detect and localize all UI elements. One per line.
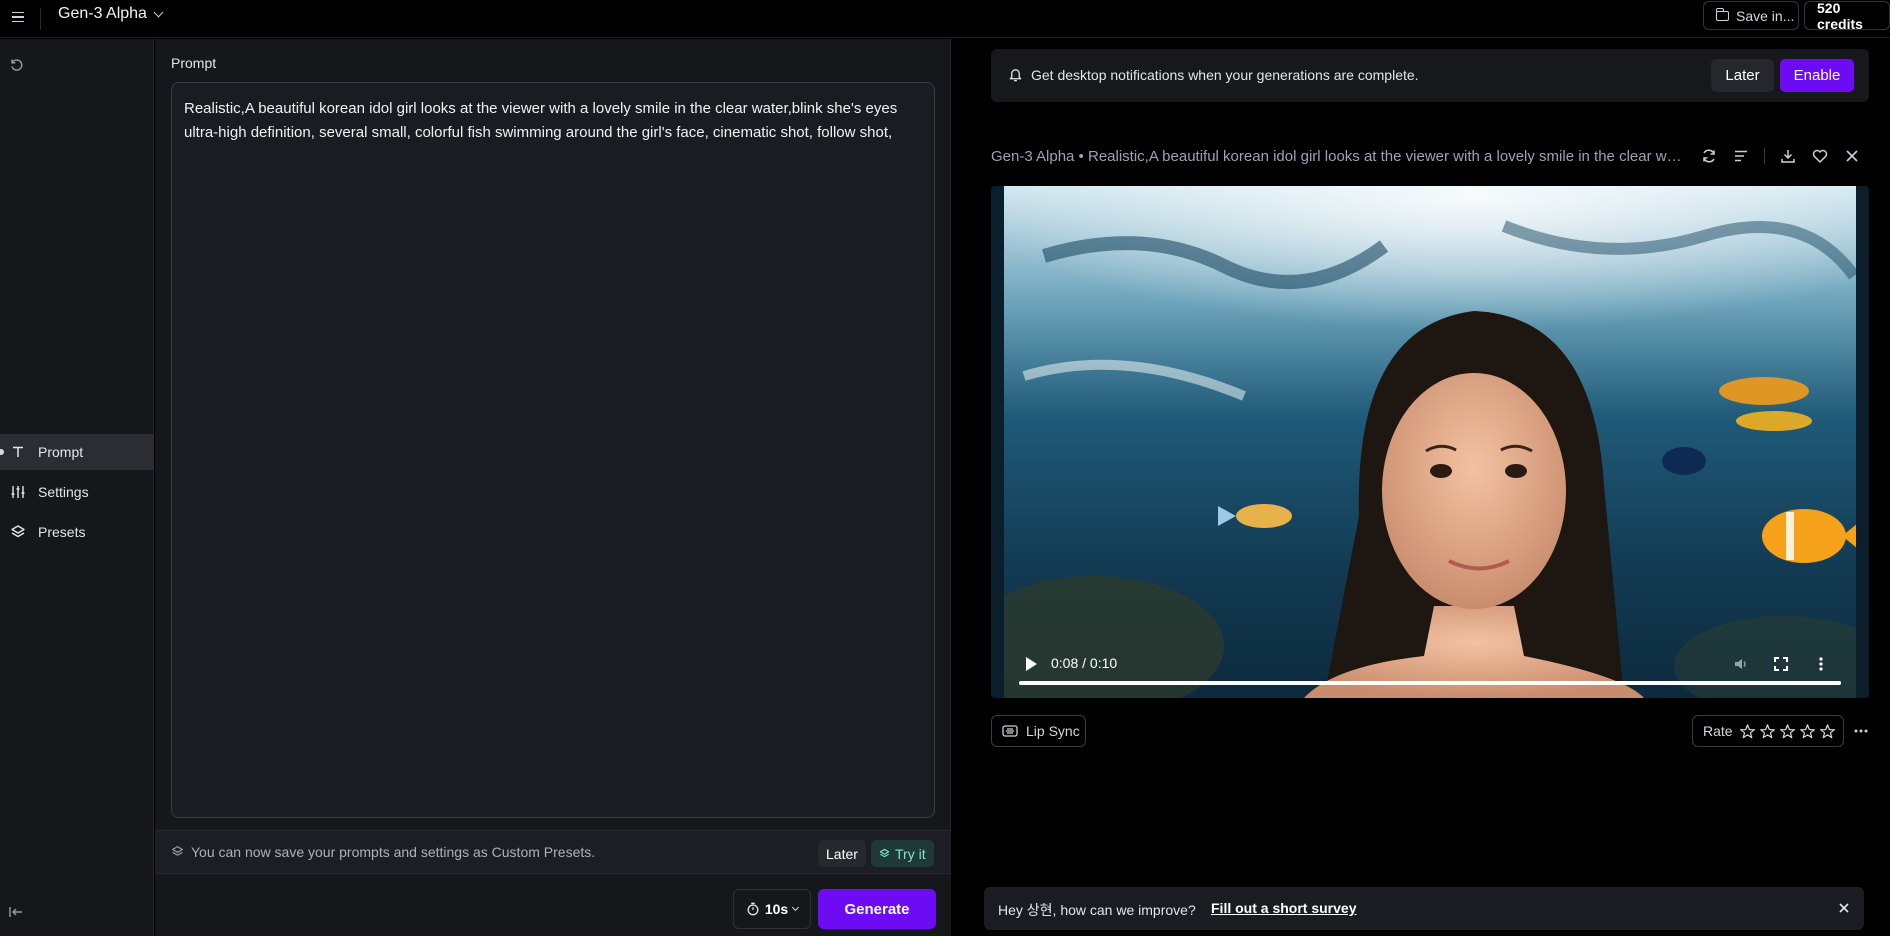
model-selector[interactable]: Gen-3 Alpha <box>58 5 164 23</box>
video-time: 0:08 / 0:10 <box>1051 655 1118 671</box>
timer-icon <box>747 902 759 916</box>
save-in-label: Save in... <box>1736 7 1795 24</box>
prompt-textarea[interactable]: Realistic,A beautiful korean idol girl l… <box>171 82 935 818</box>
video-player[interactable]: 0:08 / 0:10 <box>991 186 1869 698</box>
volume-icon[interactable] <box>1732 655 1750 673</box>
chevron-down-icon <box>792 903 800 912</box>
lip-sync-button[interactable]: Lip Sync <box>991 715 1086 747</box>
video-progress-fill <box>1019 681 1841 685</box>
sidebar-item-label: Settings <box>38 484 89 500</box>
reset-icon[interactable] <box>9 57 25 73</box>
survey-link[interactable]: Fill out a short survey <box>1211 900 1356 916</box>
bell-icon <box>1009 69 1022 82</box>
star-icon[interactable] <box>1779 723 1796 740</box>
generation-actions <box>1700 147 1861 165</box>
fullscreen-icon[interactable] <box>1772 655 1790 673</box>
close-icon[interactable] <box>1837 901 1851 915</box>
star-icon[interactable] <box>1739 723 1756 740</box>
sidebar-item-prompt[interactable]: Prompt <box>0 434 154 470</box>
lip-sync-label: Lip Sync <box>1026 723 1080 739</box>
custom-presets-banner: You can now save your prompts and settin… <box>155 830 951 874</box>
sidebar-item-presets[interactable]: Presets <box>0 514 154 550</box>
layers-icon <box>879 848 890 858</box>
credits-label: 520 credits <box>1817 0 1863 32</box>
lip-sync-icon <box>1002 725 1018 737</box>
align-left-icon[interactable] <box>1732 147 1750 165</box>
top-bar: Gen-3 Alpha Save in... 520 credits <box>0 0 1890 38</box>
credits-button[interactable]: 520 credits <box>1804 0 1890 32</box>
divider <box>1764 148 1765 164</box>
notifications-later-button[interactable]: Later <box>1711 59 1774 92</box>
download-icon[interactable] <box>1779 147 1797 165</box>
chevron-down-icon <box>153 7 164 17</box>
sidebar-item-settings[interactable]: Settings <box>0 474 154 510</box>
layers-icon <box>11 525 25 538</box>
divider <box>40 8 41 30</box>
duration-selector[interactable]: 10s <box>733 889 811 929</box>
notifications-text: Get desktop notifications when your gene… <box>1031 67 1419 83</box>
sliders-icon <box>11 486 25 498</box>
text-icon <box>13 446 23 457</box>
side-nav: Prompt Settings Presets <box>0 434 154 554</box>
presets-banner-text: You can now save your prompts and settin… <box>191 844 596 860</box>
hamburger-menu-icon[interactable] <box>8 7 28 27</box>
generation-title: Gen-3 Alpha • Realistic,A beautiful kore… <box>991 148 1686 165</box>
more-horizontal-icon[interactable] <box>1852 722 1870 740</box>
close-icon[interactable] <box>1843 147 1861 165</box>
more-vertical-icon[interactable] <box>1812 655 1830 673</box>
star-icon[interactable] <box>1799 723 1816 740</box>
generate-button[interactable]: Generate <box>818 889 936 929</box>
left-sidebar: Prompt Settings Presets <box>0 39 154 936</box>
notifications-banner: Get desktop notifications when your gene… <box>991 49 1869 102</box>
try-it-button[interactable]: Try it <box>871 840 934 867</box>
rate-label: Rate <box>1703 723 1733 739</box>
model-name: Gen-3 Alpha <box>58 5 147 22</box>
generate-bar: 10s Generate <box>155 875 951 936</box>
rating-control: Rate <box>1692 715 1844 747</box>
prompt-label: Prompt <box>171 55 217 71</box>
notifications-enable-button[interactable]: Enable <box>1780 59 1854 92</box>
prompt-panel: Prompt Realistic,A beautiful korean idol… <box>155 39 951 936</box>
refresh-icon[interactable] <box>1700 147 1718 165</box>
folder-icon <box>1715 7 1729 21</box>
star-rating <box>1739 723 1836 740</box>
try-it-label: Try it <box>895 845 926 862</box>
sidebar-item-label: Prompt <box>38 444 84 460</box>
video-frame <box>1004 186 1856 698</box>
sidebar-item-label: Presets <box>38 524 86 540</box>
collapse-sidebar-icon[interactable] <box>8 904 24 920</box>
star-icon[interactable] <box>1819 723 1836 740</box>
layers-icon <box>172 846 183 856</box>
duration-label: 10s <box>764 901 789 917</box>
video-controls: 0:08 / 0:10 <box>991 626 1869 698</box>
video-progress-bar[interactable] <box>1019 681 1841 685</box>
star-icon[interactable] <box>1759 723 1776 740</box>
survey-toast: Hey 상현, how can we improve? Fill out a s… <box>984 887 1864 930</box>
heart-icon[interactable] <box>1811 147 1829 165</box>
save-in-button[interactable]: Save in... <box>1703 1 1799 30</box>
presets-later-button[interactable]: Later <box>818 840 866 867</box>
survey-text: Hey 상현, how can we improve? <box>998 902 1196 918</box>
play-icon[interactable] <box>1026 657 1037 671</box>
